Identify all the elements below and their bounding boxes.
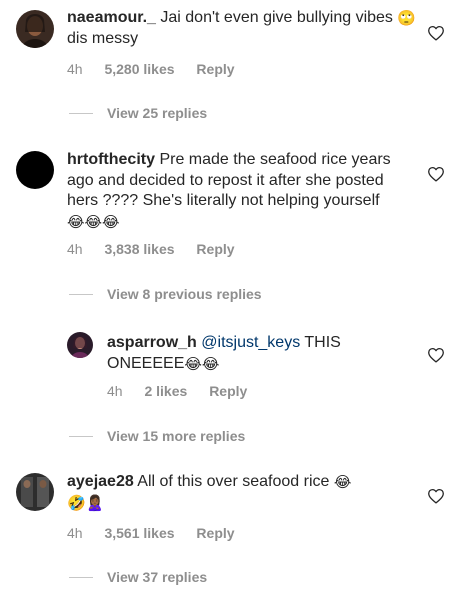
view-more-label: View 15 more replies bbox=[107, 428, 246, 444]
likes-count[interactable]: 3,838 likes bbox=[104, 241, 174, 257]
comment-text: hrtofthecity Pre made the seafood rice y… bbox=[67, 150, 397, 232]
view-replies-label: View 25 replies bbox=[107, 105, 208, 121]
divider-line bbox=[69, 293, 93, 295]
comment-time: 4h bbox=[67, 525, 83, 541]
likes-count[interactable]: 3,561 likes bbox=[104, 525, 174, 541]
emoji: 🙄 bbox=[397, 10, 417, 27]
reply-text: asparrow_h @itsjust_keys THIS ONEEEEE😂😂 bbox=[107, 333, 407, 374]
comment-username[interactable]: hrtofthecity bbox=[67, 151, 155, 168]
comment-meta: 4h 3,561 likes Reply bbox=[67, 525, 253, 541]
view-replies-label: View 37 replies bbox=[107, 569, 208, 585]
reply-button[interactable]: Reply bbox=[196, 241, 234, 257]
heart-outline-icon[interactable] bbox=[427, 347, 445, 363]
divider-line bbox=[69, 435, 93, 437]
view-previous-replies-button[interactable]: View 8 previous replies bbox=[69, 286, 262, 302]
reply-time: 4h bbox=[107, 383, 123, 399]
comment-username[interactable]: ayejae28 bbox=[67, 473, 134, 490]
reply-mention[interactable]: @itsjust_keys bbox=[201, 334, 300, 351]
comment-meta: 4h 5,280 likes Reply bbox=[67, 61, 253, 77]
reply-meta: 4h 2 likes Reply bbox=[107, 383, 265, 399]
comment-body: All of this over seafood rice bbox=[133, 473, 334, 490]
reply-avatar[interactable] bbox=[67, 332, 93, 358]
comment-text: ayejae28 All of this over seafood rice 😂… bbox=[67, 472, 407, 513]
comment-time: 4h bbox=[67, 241, 83, 257]
divider-line bbox=[69, 576, 93, 578]
comment-body-after: dis messy bbox=[67, 29, 139, 47]
view-replies-button[interactable]: View 25 replies bbox=[69, 105, 207, 121]
comment-meta: 4h 3,838 likes Reply bbox=[67, 241, 253, 257]
reply-username[interactable]: asparrow_h bbox=[107, 334, 197, 351]
emoji: 😂 bbox=[333, 474, 352, 491]
reply-button[interactable]: Reply bbox=[209, 383, 247, 399]
heart-outline-icon[interactable] bbox=[427, 166, 445, 182]
likes-count[interactable]: 2 likes bbox=[144, 383, 187, 399]
emoji-line-2: 🤣🙎🏾‍♀️ bbox=[67, 494, 105, 512]
avatar[interactable] bbox=[16, 10, 54, 48]
heart-outline-icon[interactable] bbox=[427, 488, 445, 504]
reply-button[interactable]: Reply bbox=[196, 525, 234, 541]
comment-text: naeamour._ Jai don't even give bullying … bbox=[67, 8, 417, 49]
avatar[interactable] bbox=[16, 151, 54, 189]
comment-username[interactable]: naeamour._ bbox=[67, 9, 156, 26]
avatar[interactable] bbox=[16, 473, 54, 511]
likes-count[interactable]: 5,280 likes bbox=[104, 61, 174, 77]
view-replies-button[interactable]: View 37 replies bbox=[69, 569, 207, 585]
emoji: 😂😂😂 bbox=[67, 213, 120, 231]
heart-outline-icon[interactable] bbox=[427, 25, 445, 41]
emoji: 😂😂 bbox=[184, 355, 220, 373]
comment-time: 4h bbox=[67, 61, 83, 77]
view-more-replies-button[interactable]: View 15 more replies bbox=[69, 428, 245, 444]
view-replies-label: View 8 previous replies bbox=[107, 286, 262, 302]
reply-button[interactable]: Reply bbox=[196, 61, 234, 77]
divider-line bbox=[69, 112, 93, 114]
comment-body: Jai don't even give bullying vibes bbox=[155, 9, 398, 26]
